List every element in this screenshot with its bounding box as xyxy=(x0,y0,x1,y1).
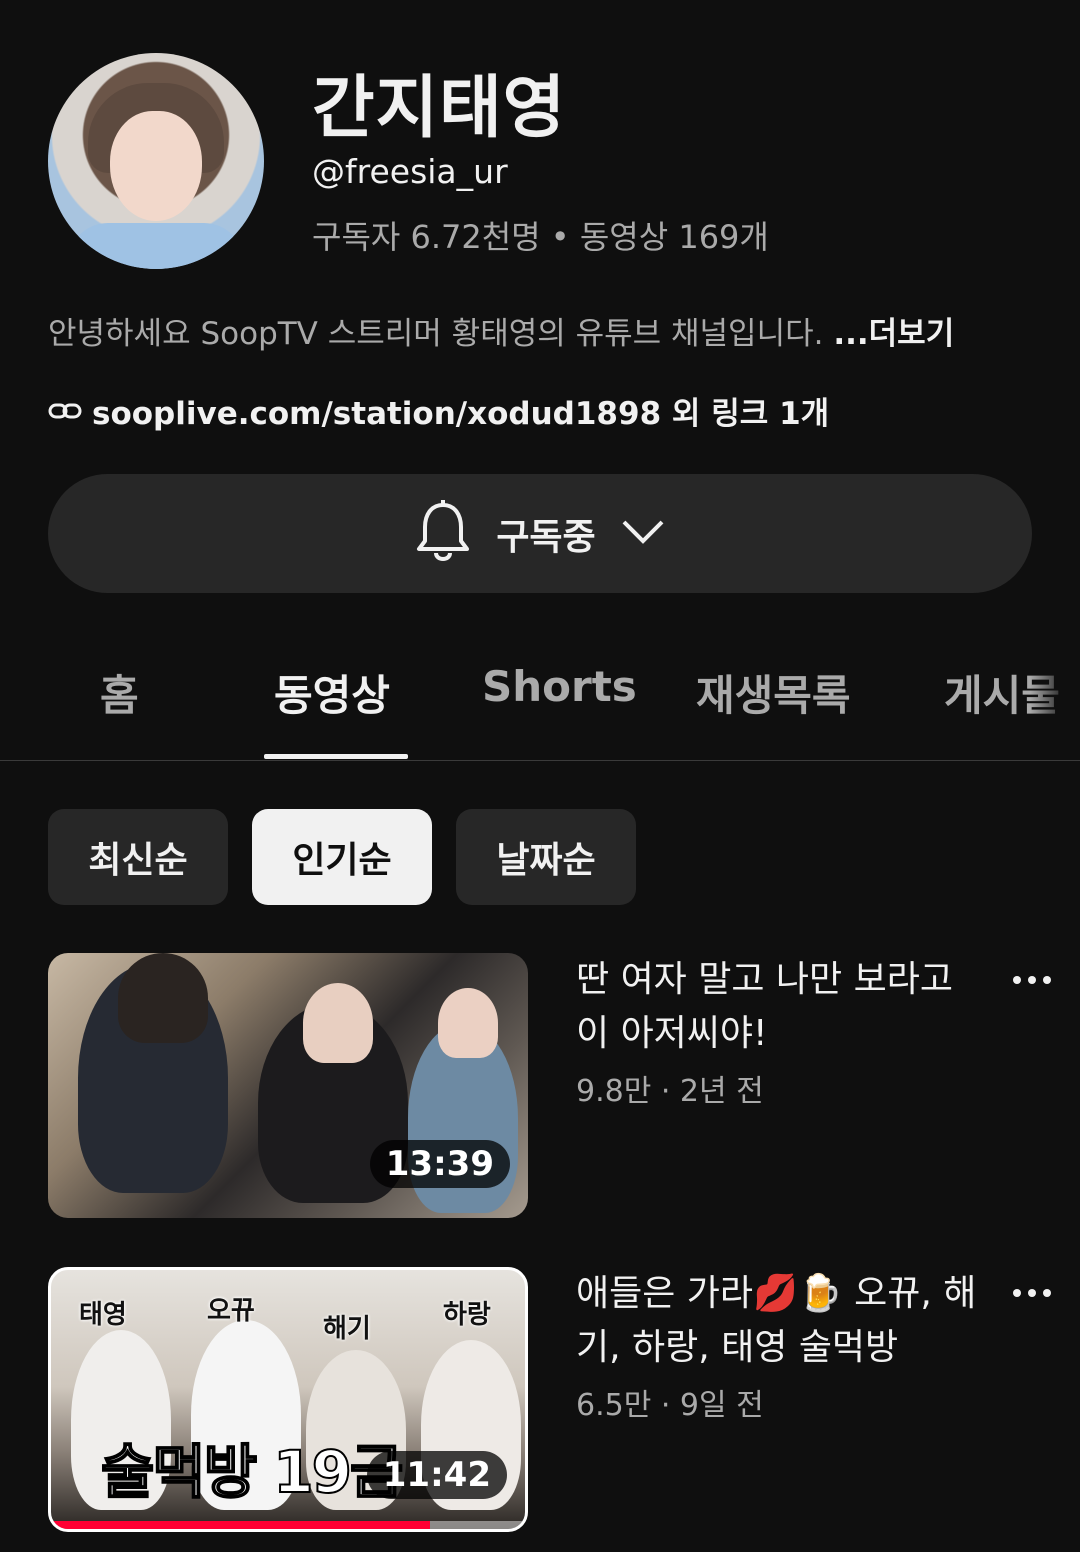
video-duration-1: 13:39 xyxy=(369,1140,510,1188)
tab-videos[interactable]: 동영상 xyxy=(274,662,390,723)
channel-links[interactable]: sooplive.com/station/xodud1898 외 링크 1개 xyxy=(48,388,829,433)
channel-avatar[interactable] xyxy=(48,53,264,269)
link-text: sooplive.com/station/xodud1898 외 링크 1개 xyxy=(92,396,830,432)
channel-name: 간지태영 xyxy=(312,69,567,148)
link-icon xyxy=(48,393,82,429)
video-thumbnail-1[interactable]: 13:39 xyxy=(48,953,528,1218)
channel-tabs: 홈 동영상 Shorts 재생목록 게시물 xyxy=(0,640,1080,761)
channel-stats: 구독자 6.72천명 • 동영상 169개 xyxy=(312,218,769,256)
tab-shorts[interactable]: Shorts xyxy=(482,662,637,711)
video-meta-2: 6.5만 · 9일 전 xyxy=(576,1388,764,1423)
thumb-label-3: 해기 xyxy=(323,1314,371,1344)
channel-handle: @freesia_ur xyxy=(312,152,508,191)
chip-latest[interactable]: 최신순 xyxy=(48,809,228,905)
thumb-label-4: 하랑 xyxy=(443,1300,491,1330)
subscribed-button[interactable]: 구독중 xyxy=(48,474,1032,593)
tabs-fade xyxy=(1030,640,1080,758)
video-meta-1: 9.8만 · 2년 전 xyxy=(576,1074,764,1109)
video-title-2[interactable]: 애들은 가라💋🍺 오뀨, 해기, 하랑, 태영 술먹방 xyxy=(576,1267,986,1375)
video-duration-2: 11:42 xyxy=(366,1451,507,1499)
description-text: 안녕하세요 SoopTV 스트리머 황태영의 유튜브 채널입니다. xyxy=(48,316,834,352)
more-link[interactable]: ...더보기 xyxy=(833,316,954,352)
chip-oldest[interactable]: 날짜순 xyxy=(456,809,636,905)
video-title-1[interactable]: 딴 여자 말고 나만 보라고 이 아저씨야! xyxy=(576,953,986,1061)
channel-description[interactable]: 안녕하세요 SoopTV 스트리머 황태영의 유튜브 채널입니다. ...더보기 xyxy=(48,308,954,353)
thumb-label-1: 태영 xyxy=(79,1300,127,1330)
thumb-caption: 술먹방 19금 xyxy=(100,1437,404,1507)
more-options-icon[interactable] xyxy=(1010,1271,1054,1315)
active-tab-indicator xyxy=(264,754,408,759)
more-options-icon[interactable] xyxy=(1010,958,1054,1002)
thumb-label-2: 오뀨 xyxy=(207,1296,255,1326)
bell-icon xyxy=(414,499,472,569)
subscribed-label: 구독중 xyxy=(496,516,596,558)
video-thumbnail-2[interactable]: 태영 오뀨 해기 하랑 술먹방 19금 11:42 xyxy=(48,1267,528,1532)
chip-popular[interactable]: 인기순 xyxy=(252,809,432,905)
tab-home[interactable]: 홈 xyxy=(100,662,139,723)
tab-playlists[interactable]: 재생목록 xyxy=(696,662,851,723)
chevron-down-icon xyxy=(620,518,666,550)
watch-progress-bar xyxy=(51,1521,431,1529)
